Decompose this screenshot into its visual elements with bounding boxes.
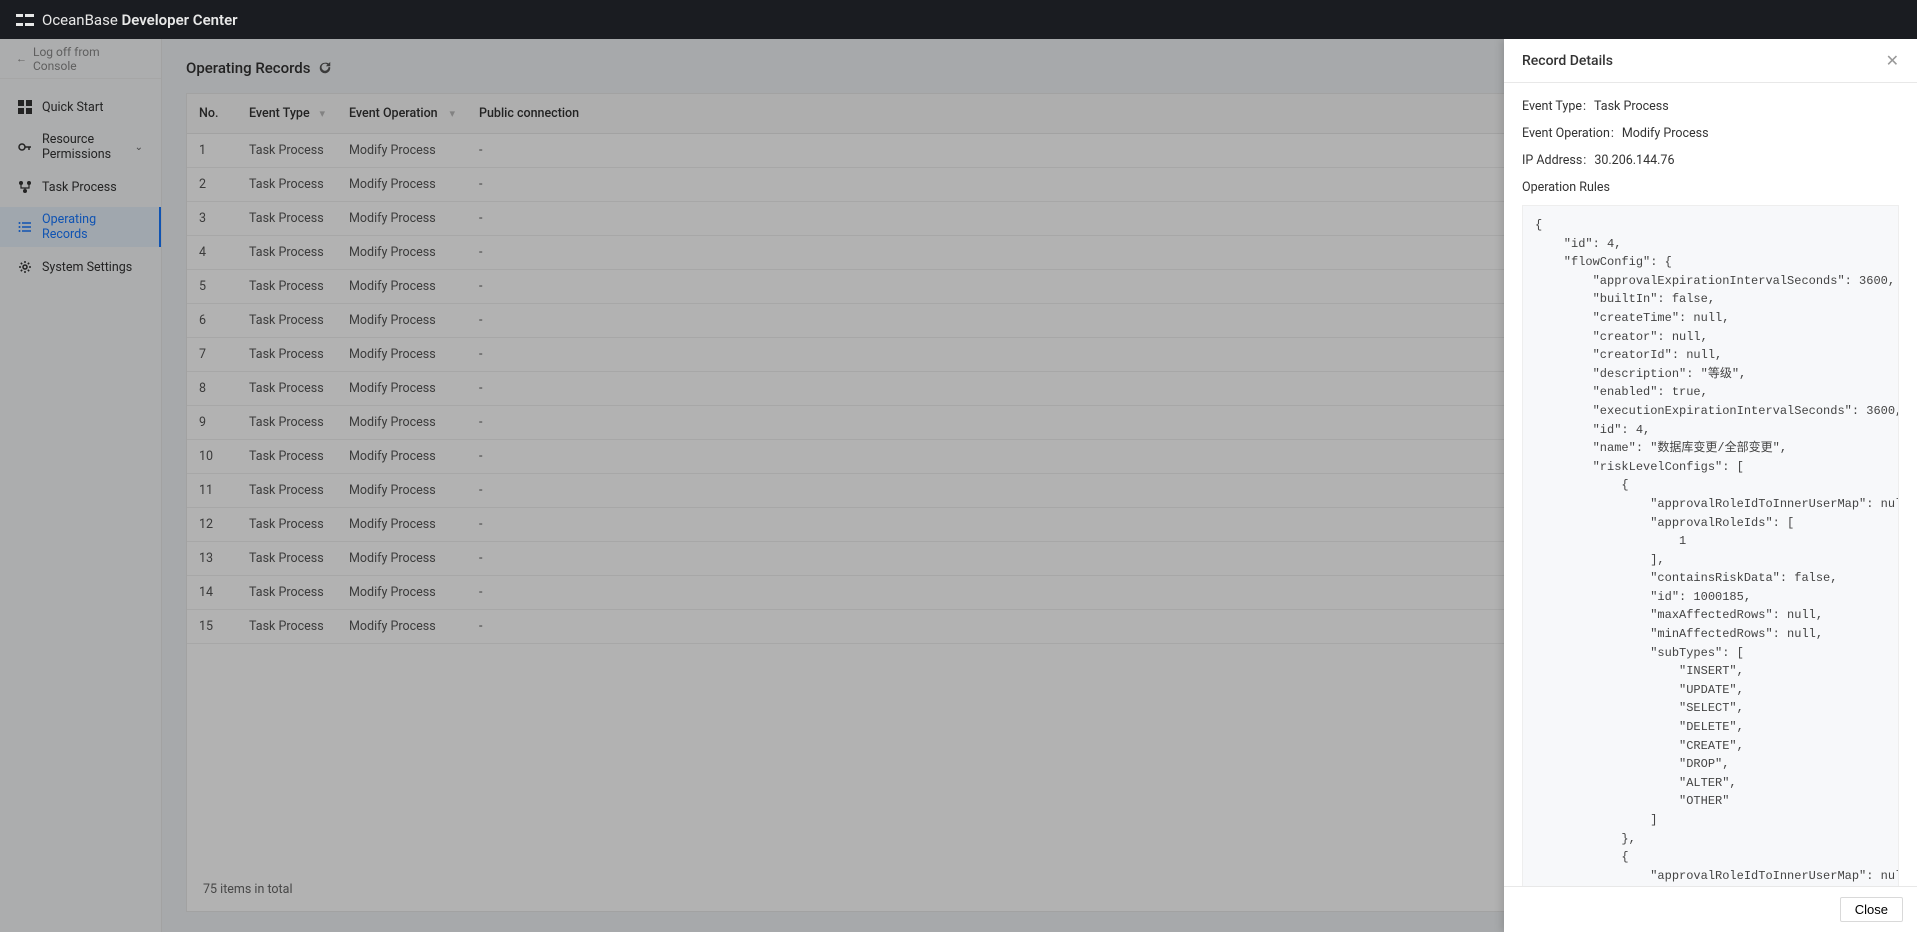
field-event-type: Event Type Task Process [1522,99,1899,114]
field-label: Event Operation [1522,126,1616,141]
field-label: Event Type [1522,99,1588,114]
app-logo: OceanBase Developer Center [16,11,238,29]
drawer-body: Event Type Task Process Event Operation … [1504,83,1917,886]
brand-a: OceanBase [42,11,118,29]
record-details-drawer: Record Details ✕ Event Type Task Process… [1504,39,1917,932]
close-icon[interactable]: ✕ [1886,51,1899,70]
operation-rules-code: { "id": 4, "flowConfig": { "approvalExpi… [1522,205,1899,886]
drawer-footer: Close [1504,886,1917,932]
field-label: Operation Rules [1522,180,1610,195]
field-operation-rules: Operation Rules [1522,180,1899,195]
app-header: OceanBase Developer Center [0,0,1917,39]
drawer-header: Record Details ✕ [1504,39,1917,83]
brand-b: Developer Center [122,11,238,29]
logo-icon [16,11,34,29]
field-value: 30.206.144.76 [1594,153,1674,168]
field-label: IP Address [1522,153,1588,168]
field-value: Task Process [1594,99,1669,114]
field-event-operation: Event Operation Modify Process [1522,126,1899,141]
field-value: Modify Process [1622,126,1709,141]
close-button[interactable]: Close [1840,897,1903,922]
logo-text: OceanBase Developer Center [42,11,238,29]
field-ip-address: IP Address 30.206.144.76 [1522,153,1899,168]
drawer-title: Record Details [1522,53,1613,69]
